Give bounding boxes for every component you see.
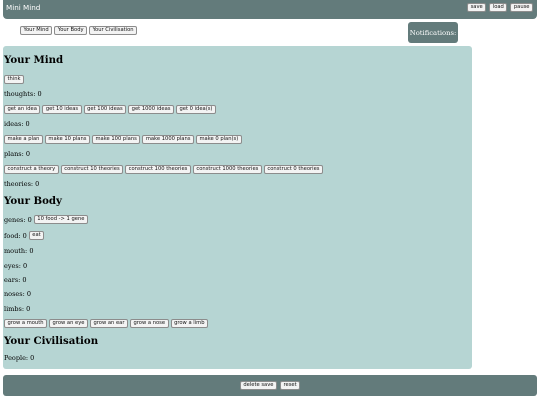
tab-bar: Your Mind Your Body Your Civilisation — [20, 26, 138, 35]
noses-count: noses: 0 — [4, 290, 32, 298]
plans-count: plans: 0 — [4, 150, 31, 158]
load-button[interactable]: load — [489, 3, 508, 12]
theories-count: theories: 0 — [4, 180, 40, 188]
make-1000-plans-button[interactable]: make 1000 plans — [142, 135, 194, 144]
pause-button[interactable]: pause — [510, 3, 533, 12]
construct-100-theories-button[interactable]: construct 100 theories — [125, 165, 191, 174]
tab-your-body[interactable]: Your Body — [54, 26, 88, 35]
genes-row: genes: 0 10 food -> 1 gene — [4, 215, 88, 224]
footer-bar: delete save reset — [3, 375, 537, 396]
genes-count: genes: 0 — [4, 215, 32, 224]
tab-your-civilisation[interactable]: Your Civilisation — [89, 26, 138, 35]
food-row: food: 0 eat — [4, 231, 45, 240]
thoughts-count: thoughts: 0 — [4, 90, 42, 98]
make-10-plans-button[interactable]: make 10 plans — [44, 135, 90, 144]
get-1000-ideas-button[interactable]: get 1000 ideas — [128, 105, 174, 114]
get-an-idea-button[interactable]: get an idea — [4, 105, 41, 114]
mouth-count: mouth: 0 — [4, 247, 34, 255]
people-count: People: 0 — [4, 354, 35, 362]
top-actions: save load pause — [467, 3, 533, 12]
app-title: Mini Mind — [6, 3, 41, 12]
limbs-count: limbs: 0 — [4, 305, 31, 313]
grow-ear-button[interactable]: grow an ear — [90, 319, 128, 328]
notifications-panel: Notifications: — [408, 22, 458, 43]
construct-a-theory-button[interactable]: construct a theory — [4, 165, 59, 174]
theory-buttons: construct a theory construct 10 theories… — [4, 165, 324, 174]
main-panel: Your Mind think thoughts: 0 get an idea … — [3, 46, 472, 369]
construct-max-theories-button[interactable]: construct 0 theories — [263, 165, 324, 174]
think-row: think — [4, 75, 25, 84]
ears-count: ears: 0 — [4, 276, 27, 284]
grow-eye-button[interactable]: grow an eye — [49, 319, 88, 328]
get-100-ideas-button[interactable]: get 100 ideas — [83, 105, 127, 114]
food-count: food: 0 — [4, 231, 27, 240]
make-max-plans-button[interactable]: make 0 plan(s) — [195, 135, 242, 144]
ideas-count: ideas: 0 — [4, 120, 30, 128]
civilisation-heading: Your Civilisation — [4, 335, 99, 347]
grow-mouth-button[interactable]: grow a mouth — [4, 319, 48, 328]
construct-10-theories-button[interactable]: construct 10 theories — [60, 165, 124, 174]
mind-heading: Your Mind — [4, 54, 64, 66]
think-button[interactable]: think — [4, 75, 25, 84]
eat-button[interactable]: eat — [28, 231, 45, 240]
eyes-count: eyes: 0 — [4, 262, 28, 270]
grow-limb-button[interactable]: grow a limb — [170, 319, 208, 328]
plan-buttons: make a plan make 10 plans make 100 plans… — [4, 135, 242, 144]
make-100-plans-button[interactable]: make 100 plans — [91, 135, 141, 144]
notifications-label: Notifications: — [409, 28, 457, 37]
get-10-ideas-button[interactable]: get 10 ideas — [42, 105, 82, 114]
grow-nose-button[interactable]: grow a nose — [130, 319, 169, 328]
idea-buttons: get an idea get 10 ideas get 100 ideas g… — [4, 105, 216, 114]
body-heading: Your Body — [4, 195, 62, 207]
food-to-gene-button[interactable]: 10 food -> 1 gene — [33, 215, 88, 224]
delete-save-button[interactable]: delete save — [239, 381, 277, 390]
top-bar: Mini Mind save load pause — [3, 0, 537, 19]
construct-1000-theories-button[interactable]: construct 1000 theories — [192, 165, 262, 174]
grow-buttons: grow a mouth grow an eye grow an ear gro… — [4, 319, 208, 328]
save-button[interactable]: save — [467, 3, 487, 12]
reset-button[interactable]: reset — [280, 381, 301, 390]
make-a-plan-button[interactable]: make a plan — [4, 135, 43, 144]
tab-your-mind[interactable]: Your Mind — [20, 26, 53, 35]
get-max-ideas-button[interactable]: get 0 idea(s) — [175, 105, 216, 114]
